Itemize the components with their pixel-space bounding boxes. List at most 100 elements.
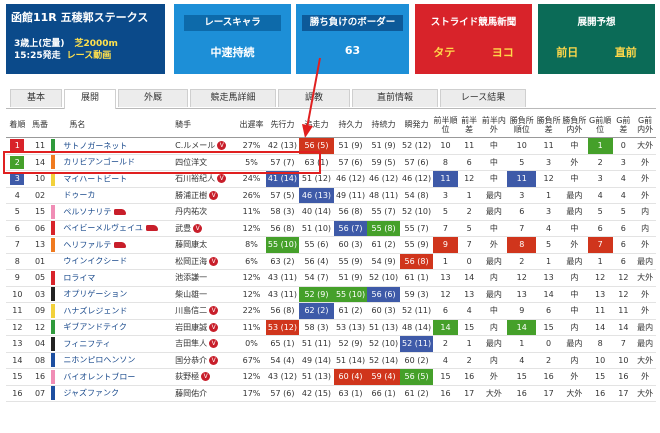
cell-first-half-diff: 1 — [457, 187, 481, 204]
jockey-badge-icon: V — [209, 190, 219, 200]
cell-sustain: 51 (13) — [367, 319, 401, 336]
header-key-lane[interactable]: 勝負所内外 — [560, 113, 588, 138]
table-row[interactable]: 8 01 ウインイクシード 松岡正海 V 6% 63 (2) 56 (4) 55 (9) 54 (… — [6, 253, 656, 270]
prediction-previous-day-link[interactable]: 前日 — [556, 44, 578, 60]
header-key-rank[interactable]: 勝負所順位 — [507, 113, 537, 138]
table-row[interactable]: 6 06 ベイビーメルヴェイユ 武豊 V 12% 56 (8) 51 (10) 56 (7) 55… — [6, 220, 656, 237]
cell-first-half-rank: 3 — [433, 187, 458, 204]
cell-goal-rank: 16 — [587, 385, 613, 402]
stride-newspaper-card: ストライド競馬新聞 タテ ヨコ — [415, 4, 532, 74]
cell-horse-name[interactable]: オプリゲーション — [51, 286, 176, 303]
cell-horse-name[interactable]: ヘリファルテ — [51, 236, 176, 254]
cell-follow-power: 62 (2) — [298, 302, 335, 320]
jockey-wrap: 柴山雄一 — [175, 289, 207, 300]
header-jockey[interactable]: 騎手 — [175, 113, 238, 138]
cell-goal-lane: 外 — [634, 154, 656, 171]
highlight-box — [3, 151, 321, 174]
table-row[interactable]: 15 16 バイオレントブロー 荻野極 V 12% 43 (12) 51 (13) 60 (4)… — [6, 368, 656, 386]
cell-key-rank: 5 — [507, 154, 537, 171]
table-row[interactable]: 4 02 ドゥーカ 勝浦正樹 V 26% 57 (5) 46 (13) 49 (11) 48 (1… — [6, 187, 656, 204]
table-row[interactable]: 11 09 ハナズレジェンド 川島信二 V 22% 56 (8) 62 (2) 61 (2) 60… — [6, 302, 656, 320]
tab-basic[interactable]: 基本 — [10, 89, 62, 107]
cell-key-diff: 5 — [536, 236, 561, 254]
cell-key-diff: 11 — [536, 137, 561, 155]
cell-goal-rank: 7 — [587, 236, 613, 254]
jockey-badge-icon: V — [209, 339, 219, 349]
tab-outside-stable[interactable]: 外厩 — [118, 89, 188, 107]
cell-horse-name[interactable]: ハナズレジェンド — [51, 302, 176, 320]
jockey-name-text: 武豊 — [175, 223, 192, 233]
header-finish[interactable]: 着順 — [6, 113, 29, 138]
header-burst[interactable]: 瞬発力 — [400, 113, 434, 138]
cell-key-rank: 4 — [507, 352, 537, 369]
header-first-half-rank[interactable]: 前半順位 — [433, 113, 458, 138]
header-goal-lane[interactable]: G前内外 — [634, 113, 656, 138]
frame-color-bar — [51, 320, 56, 335]
jockey-wrap: 藤岡佑介 — [175, 388, 207, 399]
cap-icon — [114, 241, 127, 248]
tab-training[interactable]: 調教 — [278, 89, 350, 107]
cell-horse-name[interactable]: ロライマ — [51, 269, 176, 287]
cell-key-diff: 3 — [536, 154, 561, 171]
header-late-start[interactable]: 出遅率 — [237, 113, 266, 138]
header-horse[interactable]: 馬名 — [51, 113, 176, 138]
cell-horse-name[interactable]: ギブアンドテイク — [51, 319, 176, 336]
race-start: 15:25発走 レース動画 — [14, 48, 111, 61]
table-row[interactable]: 12 12 ギブアンドテイク 岩田康誠 V 11% 53 (12) 58 (3) 53 (13)… — [6, 319, 656, 336]
table-row[interactable]: 14 08 ニホンピロヘンソン 国分恭介 V 67% 54 (4) 49 (14) 51 (14… — [6, 352, 656, 369]
cell-first-half-lane: 中 — [480, 137, 508, 155]
cell-key-rank: 11 — [507, 170, 537, 188]
cell-horse-name[interactable]: ペルソナリテ — [51, 203, 176, 221]
header-stamina[interactable]: 持久力 — [334, 113, 368, 138]
horse-name-text: フィニフティ — [63, 339, 111, 349]
cell-horse-name[interactable]: ドゥーカ — [51, 187, 176, 204]
prediction-just-before-link[interactable]: 直前 — [615, 44, 637, 60]
stride-vertical-link[interactable]: タテ — [433, 44, 455, 60]
cell-horse-name[interactable]: フィニフティ — [51, 335, 176, 353]
cell-horse-name[interactable]: バイオレントブロー — [51, 368, 176, 386]
tab-race-result[interactable]: レース結果 — [440, 89, 526, 107]
race-video-link[interactable]: レース動画 — [67, 51, 112, 61]
cell-goal-rank: 8 — [587, 335, 613, 353]
tab-pre-race-info[interactable]: 直前情報 — [352, 89, 438, 107]
frame-color-bar — [51, 287, 56, 302]
cell-late-start-rate: 26% — [237, 187, 266, 204]
jockey-badge-icon: V — [209, 355, 219, 365]
header-goal-rank[interactable]: G前順位 — [587, 113, 613, 138]
header-goal-diff[interactable]: G前差 — [612, 113, 635, 138]
jockey-name-text: 荻野極 — [175, 372, 200, 382]
header-first-half-lane[interactable]: 前半内外 — [480, 113, 508, 138]
race-character-card[interactable]: レースキャラ 中速持続 — [174, 4, 291, 74]
header-sustain[interactable]: 持続力 — [367, 113, 401, 138]
cell-horse-name[interactable]: ベイビーメルヴェイユ — [51, 220, 176, 237]
table-row[interactable]: 16 07 ジャズファンク 藤岡佑介 17% 57 (6) 42 (15) 63 (1) 66 … — [6, 385, 656, 402]
cell-sustain: 52 (14) — [367, 352, 401, 369]
header-first-half-diff[interactable]: 前半差 — [457, 113, 481, 138]
cell-horse-name[interactable]: ニホンピロヘンソン — [51, 352, 176, 369]
table-row[interactable]: 10 03 オプリゲーション 柴山雄一 12% 43 (11) 52 (9) 55 (10) 5… — [6, 286, 656, 303]
cell-horse-name[interactable]: ウインイクシード — [51, 253, 176, 270]
cell-goal-diff: 4 — [612, 170, 635, 188]
table-row[interactable]: 9 05 ロライマ 池添謙一 12% 43 (11) 54 (7) 51 (9) 52 (10)… — [6, 269, 656, 287]
stride-horizontal-link[interactable]: ヨコ — [492, 44, 514, 60]
header-front[interactable]: 先行力 — [265, 113, 299, 138]
tab-development[interactable]: 展開 — [64, 89, 116, 109]
table-row[interactable]: 13 04 フィニフティ 吉田隼人 V 0% 65 (1) 51 (11) 52 (9) 52 (… — [6, 335, 656, 353]
jockey-name-text: 柴山雄一 — [175, 289, 208, 299]
cell-goal-rank: 14 — [587, 319, 613, 336]
cell-goal-diff: 11 — [612, 302, 635, 320]
cell-first-half-diff: 4 — [457, 302, 481, 320]
cell-front-power: 58 (3) — [265, 203, 299, 221]
cell-jockey-name: 松岡正海 V — [175, 253, 238, 270]
winning-border-value: 63 — [344, 44, 361, 57]
header-key-diff[interactable]: 勝負所差 — [536, 113, 561, 138]
table-row[interactable]: 7 13 ヘリファルテ 藤岡康太 8% 55 (10) 55 (6) 60 (3) 61 (2)… — [6, 236, 656, 254]
jockey-badge-icon: V — [209, 322, 219, 332]
cell-stamina: 52 (9) — [334, 335, 368, 353]
header-number[interactable]: 馬番 — [28, 113, 52, 138]
table-row[interactable]: 5 15 ペルソナリテ 丹内祐次 11% 58 (3) 40 (14) 56 (8) 55 (7… — [6, 203, 656, 221]
tab-horse-detail[interactable]: 競走馬詳細 — [190, 89, 276, 107]
cell-horse-name[interactable]: ジャズファンク — [51, 385, 176, 402]
winning-border-card[interactable]: 勝ち負けのボーダー 63 — [296, 4, 409, 74]
header-follow[interactable]: 追走力 — [298, 113, 335, 138]
